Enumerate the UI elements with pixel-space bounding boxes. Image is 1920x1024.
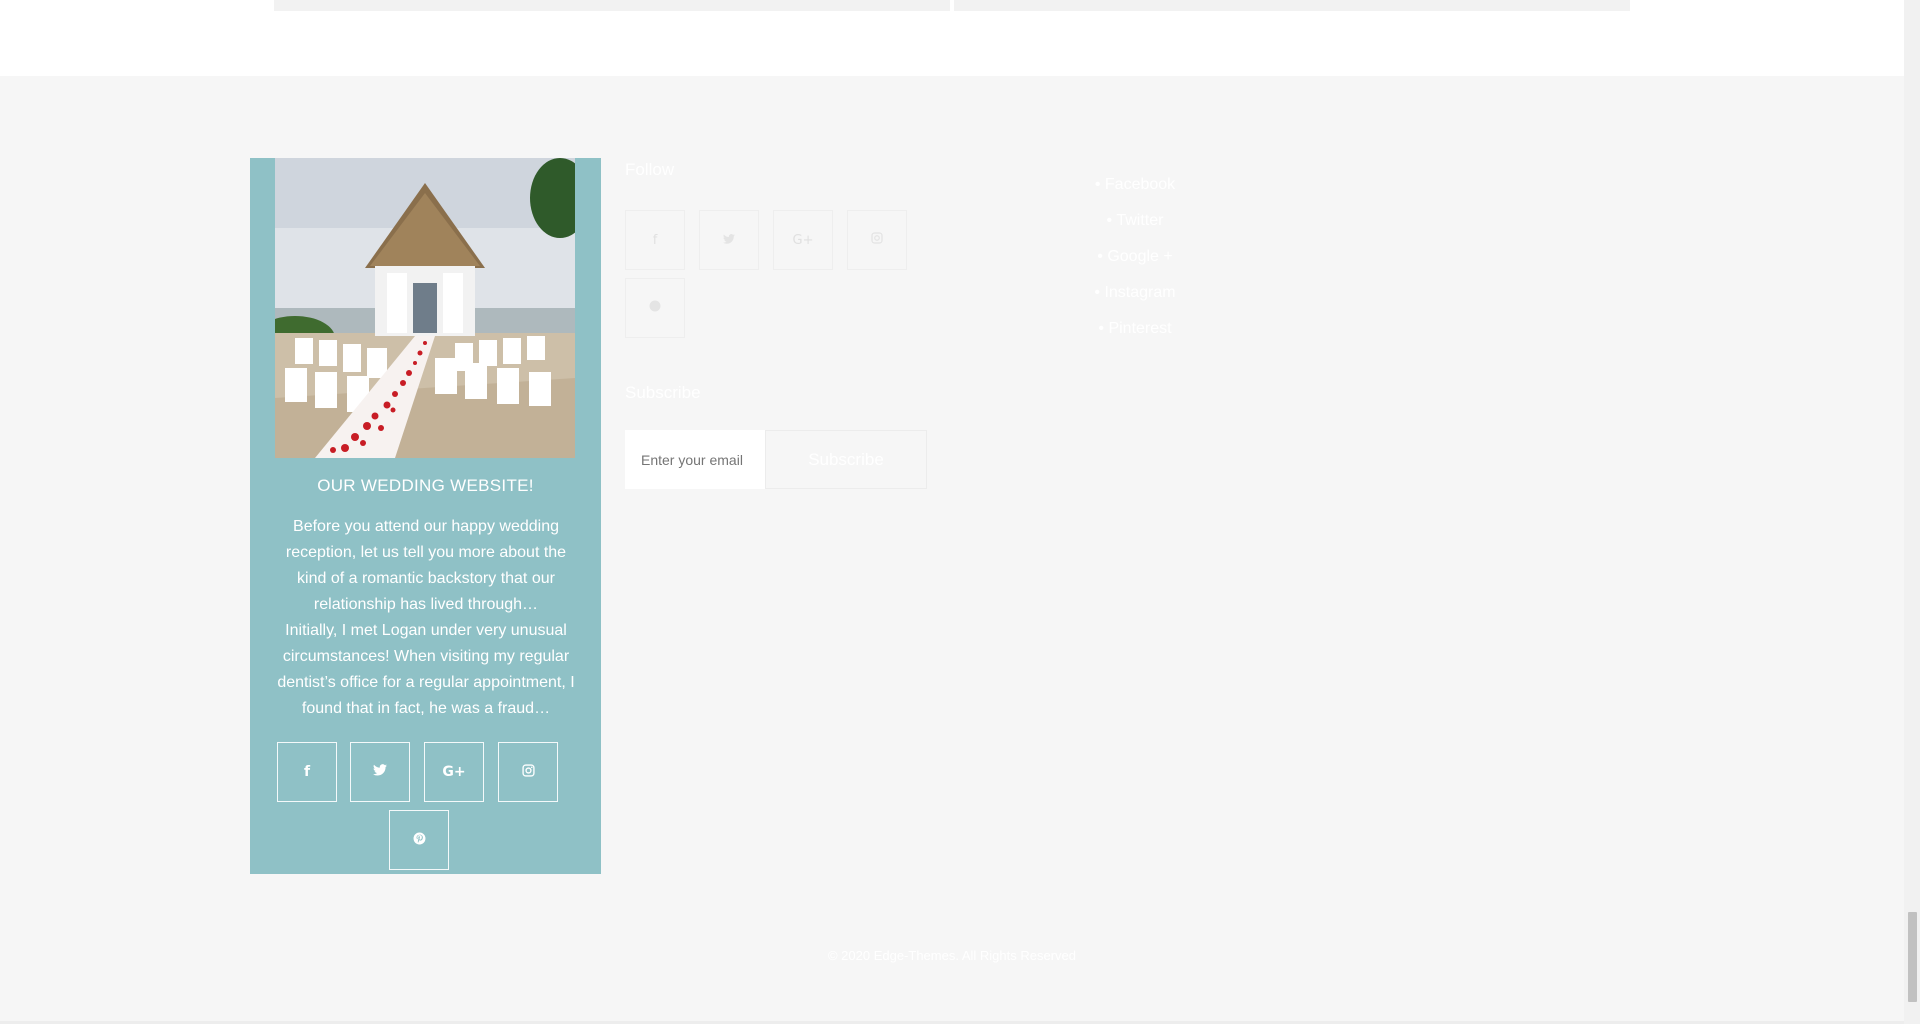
page-scrollbar[interactable] (1904, 0, 1920, 1024)
pinterest-icon (413, 832, 426, 849)
bullet-icon: • (1094, 176, 1105, 193)
pinterest-icon (649, 300, 661, 316)
bullet-icon: • (1097, 248, 1108, 265)
follow-link-twitter[interactable]: • Twitter (1060, 212, 1210, 230)
subscribe-button[interactable]: Subscribe (765, 430, 927, 489)
about-paragraph: Before you attend our happy wedding rece… (285, 518, 567, 613)
email-input[interactable] (625, 430, 765, 489)
twitter-button[interactable] (350, 742, 410, 802)
follow-link-pinterest[interactable]: • Pinterest (1060, 320, 1210, 338)
instagram-icon (871, 232, 883, 248)
copyright-text: © 2020 Edge-Themes. All Rights Reserved (827, 948, 1077, 963)
google-plus-button[interactable]: G+ (773, 210, 833, 270)
follow-link-facebook[interactable]: • Facebook (1060, 176, 1210, 194)
instagram-icon (521, 763, 535, 781)
bullet-icon: • (1094, 284, 1105, 301)
facebook-button[interactable]: f (277, 742, 337, 802)
instagram-button[interactable] (498, 742, 558, 802)
subscribe-title: Subscribe (625, 383, 701, 402)
instagram-button[interactable] (847, 210, 907, 270)
facebook-icon: f (652, 232, 658, 248)
pinterest-button[interactable] (389, 810, 449, 870)
google-plus-button[interactable]: G+ (424, 742, 484, 802)
google-plus-icon: G+ (442, 764, 466, 780)
about-widget: OUR WEDDING WEBSITE! Before you attend o… (250, 158, 601, 874)
about-text: Before you attend our happy wedding rece… (272, 514, 580, 722)
facebook-button[interactable]: f (625, 210, 685, 270)
pinterest-button[interactable] (625, 278, 685, 338)
post-card-bottom (954, 0, 1630, 11)
bullet-icon: • (1106, 212, 1117, 229)
google-plus-icon: G+ (792, 232, 814, 248)
twitter-icon (373, 764, 387, 780)
content-area-bottom (0, 0, 1904, 76)
follow-link-instagram[interactable]: • Instagram (1060, 284, 1210, 302)
wedding-gazebo-image (275, 158, 575, 458)
scrollbar-thumb[interactable] (1908, 912, 1917, 1002)
bullet-icon: • (1098, 320, 1109, 337)
about-title: OUR WEDDING WEBSITE! (317, 476, 534, 495)
post-card-bottom (274, 0, 950, 11)
twitter-button[interactable] (699, 210, 759, 270)
follow-link-google-plus[interactable]: • Google + (1060, 248, 1210, 266)
twitter-icon (723, 233, 735, 248)
facebook-icon: f (303, 764, 311, 780)
follow-title: Follow (625, 160, 675, 179)
about-paragraph: Initially, I met Logan under very unusua… (277, 622, 575, 717)
